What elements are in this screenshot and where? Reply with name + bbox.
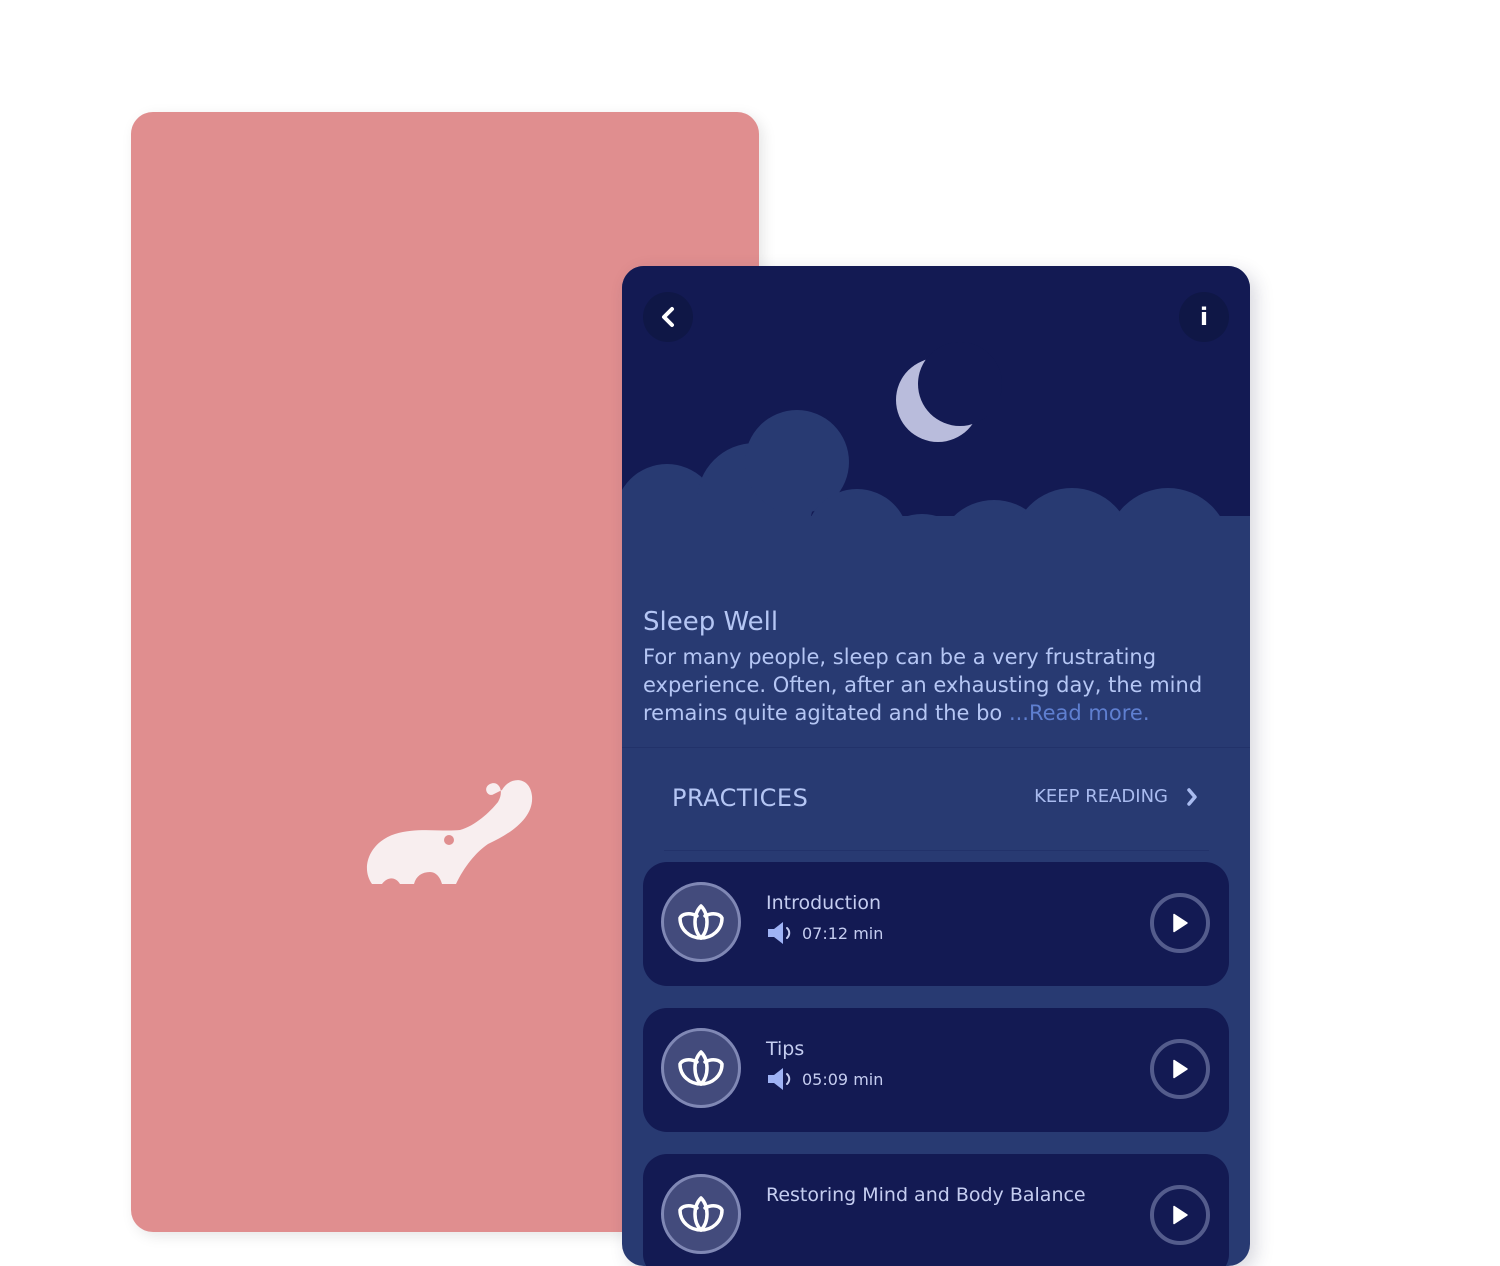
sleep-well-screen: i Sleep Well For many people, sleep can …: [622, 266, 1250, 1266]
lotus-icon: [661, 1028, 741, 1108]
practice-item-tips[interactable]: Tips 05:09 min: [643, 1008, 1229, 1132]
play-button[interactable]: [1150, 893, 1210, 953]
practice-item-introduction[interactable]: Introduction 07:12 min: [643, 862, 1229, 986]
keep-reading-link[interactable]: KEEP READING: [1034, 786, 1198, 807]
play-button[interactable]: [1150, 1185, 1210, 1245]
info-icon: i: [1199, 303, 1209, 331]
info-button[interactable]: i: [1179, 292, 1229, 342]
practice-title: Introduction: [766, 892, 882, 914]
elephant-icon: [366, 780, 533, 884]
play-button[interactable]: [1150, 1039, 1210, 1099]
lotus-icon: [661, 1174, 741, 1254]
section-divider: [664, 850, 1209, 851]
practice-title: Restoring Mind and Body Balance: [766, 1184, 1086, 1206]
page-title: Sleep Well: [643, 607, 779, 637]
keep-reading-label: KEEP READING: [1034, 786, 1168, 807]
practice-duration: 05:09 min: [766, 1067, 883, 1091]
practice-item-restoring-balance[interactable]: Restoring Mind and Body Balance: [643, 1154, 1229, 1266]
play-icon: [1173, 913, 1188, 933]
chevron-right-icon: [1187, 787, 1197, 806]
chevron-left-icon: [662, 307, 674, 327]
duration-text: 07:12 min: [802, 923, 884, 943]
lotus-icon: [661, 882, 741, 962]
speaker-icon: [768, 1068, 791, 1090]
duration-text: 05:09 min: [802, 1069, 884, 1089]
speaker-icon: [768, 922, 791, 944]
practice-title: Tips: [766, 1038, 805, 1060]
divider: [622, 747, 1250, 748]
back-button[interactable]: [643, 292, 693, 342]
description: For many people, sleep can be a very fru…: [643, 643, 1233, 727]
read-more-link[interactable]: ...Read more.: [1002, 701, 1150, 725]
play-icon: [1173, 1059, 1188, 1079]
practices-heading: PRACTICES: [672, 784, 809, 812]
night-sky-illustration: [622, 266, 1250, 596]
practice-duration: 07:12 min: [766, 921, 883, 945]
play-icon: [1173, 1205, 1188, 1225]
